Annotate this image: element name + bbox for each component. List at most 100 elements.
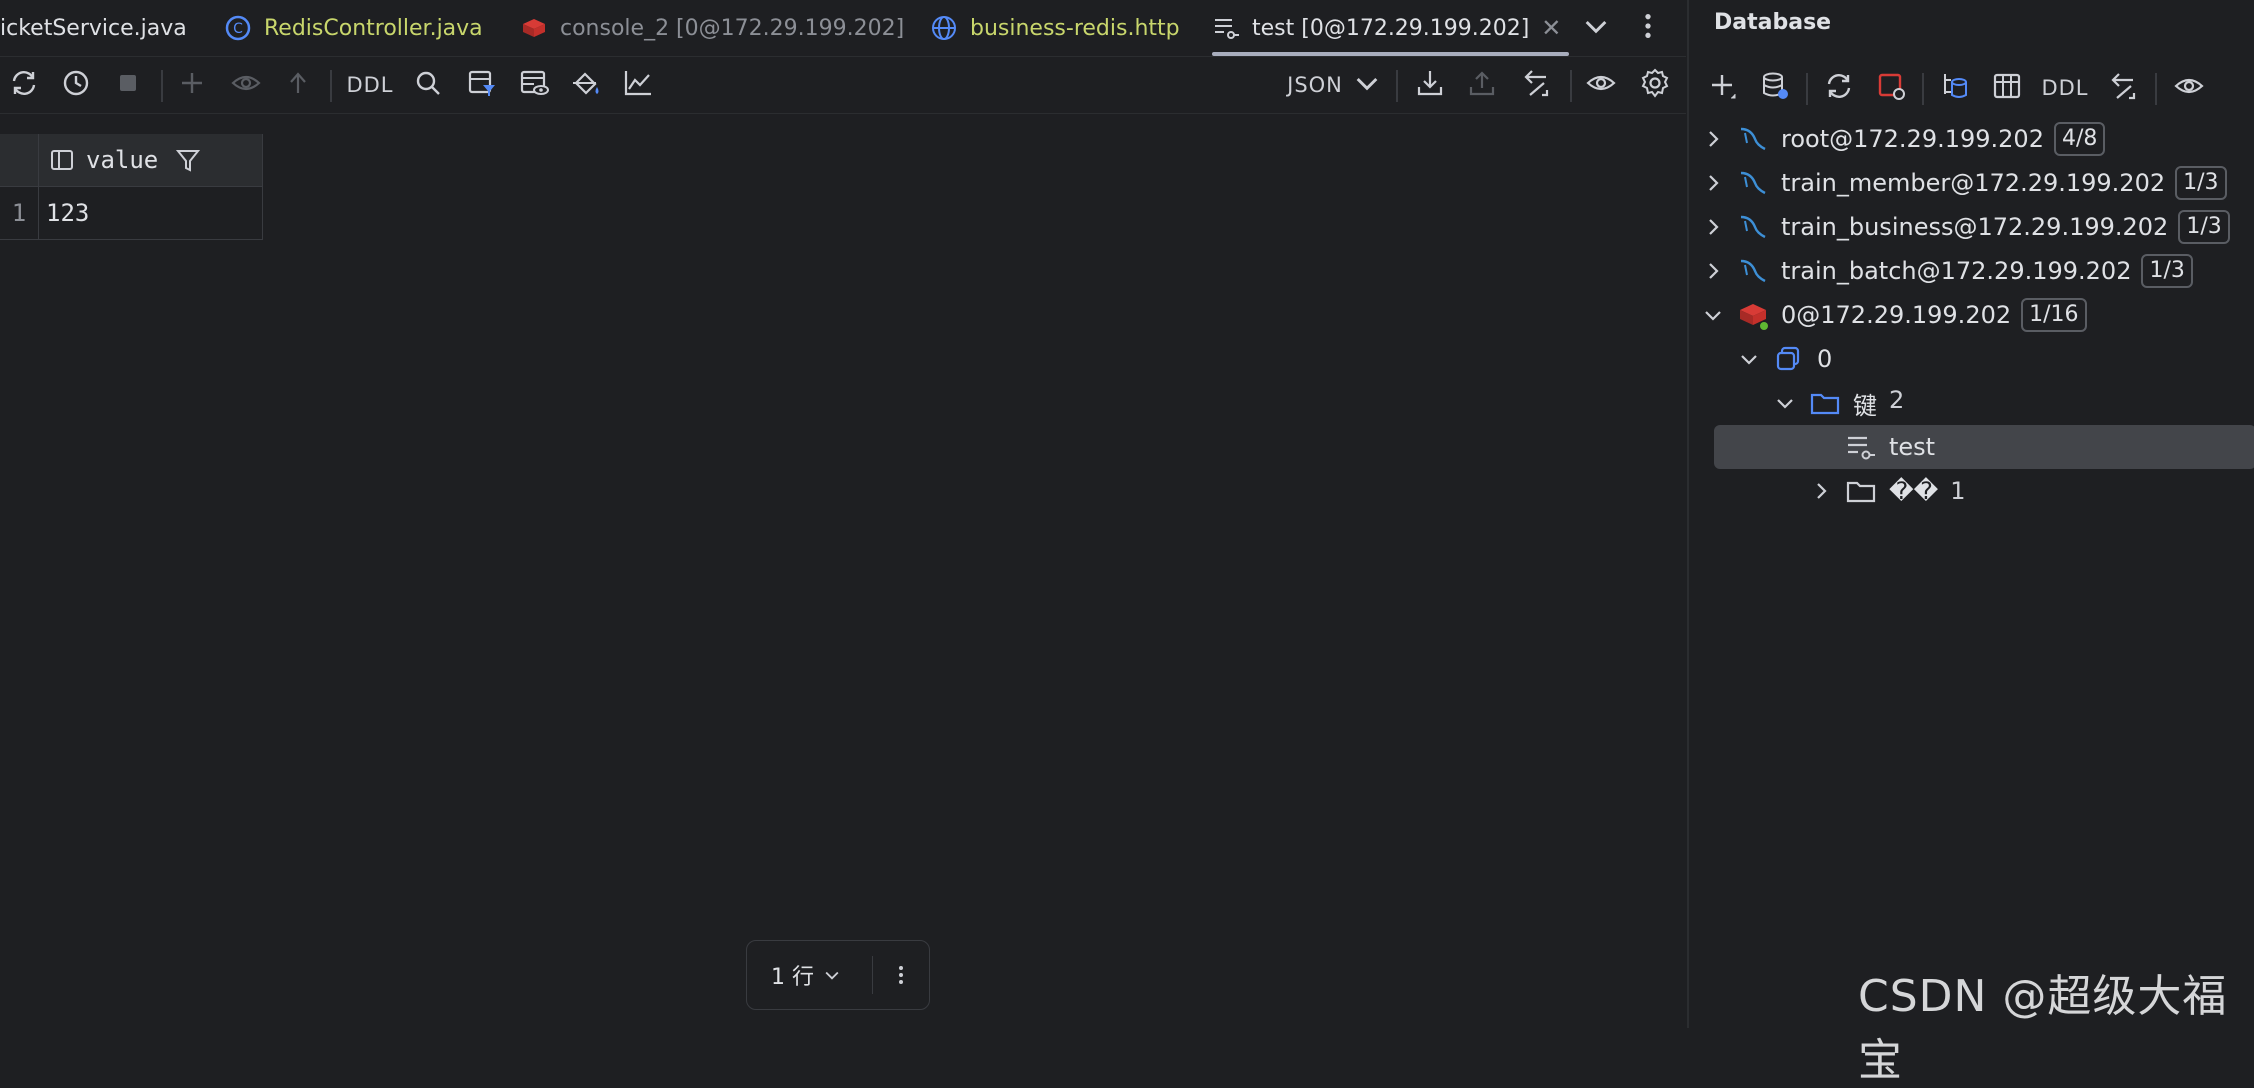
- import-button[interactable]: [1462, 57, 1502, 113]
- tab-list-dropdown[interactable]: [1578, 0, 1614, 56]
- arrows-compare-icon: [2107, 70, 2139, 106]
- rows-per-page-label: 1 行: [771, 965, 814, 990]
- tree-item-label: train_business@172.29.199.202: [1781, 213, 2169, 241]
- tree-item-label: 0@172.29.199.202: [1781, 301, 2012, 329]
- compare-button[interactable]: [1514, 57, 1558, 113]
- data-source-properties-button[interactable]: [1753, 60, 1797, 116]
- more-vertical-icon: [889, 963, 913, 987]
- refresh-button[interactable]: [1817, 60, 1861, 116]
- tab-label: business-redis.http: [970, 15, 1180, 41]
- mysql-icon: [1737, 123, 1769, 155]
- compare-button[interactable]: [2101, 60, 2145, 116]
- highlight-button[interactable]: [564, 57, 608, 113]
- disconnect-icon: [1875, 70, 1907, 106]
- stop-button[interactable]: [108, 57, 148, 113]
- tree-item-key-test[interactable]: test: [1714, 425, 2254, 469]
- chevron-right-icon[interactable]: [1701, 127, 1725, 151]
- table-button[interactable]: [1985, 60, 2029, 116]
- toolbar-separator: [330, 70, 332, 102]
- database-toolbar: DDL: [1689, 60, 2254, 114]
- arrows-compare-icon: [1520, 67, 1552, 103]
- tree-item-train-member-connection[interactable]: train_member@172.29.199.202 1/3: [1689, 161, 2254, 205]
- result-toolbar: DDL JSON: [0, 57, 1686, 114]
- tree-item-redis-connection[interactable]: 0@172.29.199.202 1/16: [1689, 293, 2254, 337]
- tab-console-2[interactable]: console_2 [0@172.29.199.202]: [520, 0, 904, 56]
- chevron-right-icon[interactable]: [1701, 259, 1725, 283]
- chevron-down-icon[interactable]: [1737, 347, 1761, 371]
- new-button[interactable]: [1701, 60, 1745, 116]
- tree-item-root-connection[interactable]: root@172.29.199.202 4/8: [1689, 117, 2254, 161]
- tree-item-train-batch-connection[interactable]: train_batch@172.29.199.202 1/3: [1689, 249, 2254, 293]
- preview-button[interactable]: [226, 57, 266, 113]
- filter-icon[interactable]: [174, 146, 202, 174]
- submit-button[interactable]: [278, 57, 318, 113]
- toolbar-separator: [2155, 73, 2157, 105]
- tab-business-redis-http[interactable]: business-redis.http: [930, 0, 1180, 56]
- tree-item-database-0[interactable]: 0: [1689, 337, 2254, 381]
- tab-test[interactable]: test [0@172.29.199.202] ✕: [1212, 0, 1570, 56]
- column-header-value[interactable]: value: [48, 134, 258, 186]
- panel-title: Database: [1714, 10, 1832, 35]
- chevron-down-icon: [1580, 10, 1612, 46]
- refresh-icon: [1823, 70, 1855, 106]
- ddl-button[interactable]: DDL: [344, 57, 396, 113]
- search-button[interactable]: [408, 57, 448, 113]
- eye-icon: [2173, 70, 2205, 106]
- tree-item-label: 键: [1853, 391, 1877, 420]
- chart-button[interactable]: [616, 57, 660, 113]
- disconnect-button[interactable]: [1869, 60, 1913, 116]
- chevron-right-icon[interactable]: [1809, 479, 1833, 503]
- chevron-right-icon[interactable]: [1701, 171, 1725, 195]
- pager-more-button[interactable]: [873, 963, 929, 987]
- schema-icon: [1939, 70, 1971, 106]
- toolbar-separator: [161, 70, 163, 102]
- view-options-button[interactable]: [2167, 60, 2211, 116]
- tree-item-train-business-connection[interactable]: train_business@172.29.199.202 1/3: [1689, 205, 2254, 249]
- gear-icon: [1639, 67, 1671, 103]
- refresh-icon: [8, 67, 40, 103]
- count-badge: 1/16: [2021, 298, 2087, 332]
- schema-button[interactable]: [1933, 60, 1977, 116]
- chevron-down-icon[interactable]: [1773, 391, 1797, 415]
- column-header-label: value: [86, 146, 159, 174]
- format-select[interactable]: JSON: [1287, 57, 1380, 113]
- tree-item-subfolder[interactable]: �� 1: [1689, 469, 2254, 513]
- redis-icon: [520, 14, 548, 42]
- tab-ticket-service[interactable]: icketService.java: [0, 0, 187, 56]
- database-settings-icon: [1759, 70, 1791, 106]
- tree-item-keys-folder[interactable]: 键 2: [1689, 381, 2254, 425]
- settings-button[interactable]: [1634, 57, 1676, 113]
- database-panel: Database DDL root@172.29.199.202 4/8 tra…: [1687, 0, 2254, 1028]
- watermark: CSDN @超级大福宝: [1858, 971, 2228, 1086]
- add-row-button[interactable]: [172, 57, 212, 113]
- close-icon[interactable]: ✕: [1541, 14, 1561, 42]
- filter-view-button[interactable]: [460, 57, 504, 113]
- chevron-down-icon: [822, 965, 842, 985]
- mysql-icon: [1737, 167, 1769, 199]
- tab-label: RedisController.java: [264, 15, 483, 41]
- rows-per-page-select[interactable]: 1 行: [747, 959, 864, 991]
- folder-icon: [1845, 475, 1877, 507]
- chevron-right-icon[interactable]: [1701, 215, 1725, 239]
- tree-item-label: train_member@172.29.199.202: [1781, 169, 2166, 197]
- history-button[interactable]: [56, 57, 96, 113]
- chevron-down-icon[interactable]: [1701, 303, 1725, 327]
- svg-text:C: C: [233, 21, 243, 37]
- ddl-button[interactable]: DDL: [2037, 60, 2093, 116]
- class-icon: C: [224, 14, 252, 42]
- tree-item-label: root@172.29.199.202: [1781, 125, 2044, 153]
- redis-icon: [1737, 299, 1769, 331]
- database-icon: [1773, 343, 1805, 375]
- table-eye-icon: [518, 67, 550, 103]
- table-row[interactable]: 1 123: [0, 187, 263, 240]
- tab-label: test [0@172.29.199.202]: [1252, 15, 1530, 41]
- view-mode-button[interactable]: [512, 57, 556, 113]
- cell-value[interactable]: 123: [46, 187, 256, 239]
- toolbar-separator: [1396, 70, 1398, 102]
- tabs-more-button[interactable]: [1630, 0, 1666, 56]
- tab-redis-controller[interactable]: C RedisController.java: [224, 0, 483, 56]
- export-button[interactable]: [1410, 57, 1450, 113]
- refresh-button[interactable]: [4, 57, 44, 113]
- stop-icon: [112, 67, 144, 103]
- view-options-button[interactable]: [1580, 57, 1622, 113]
